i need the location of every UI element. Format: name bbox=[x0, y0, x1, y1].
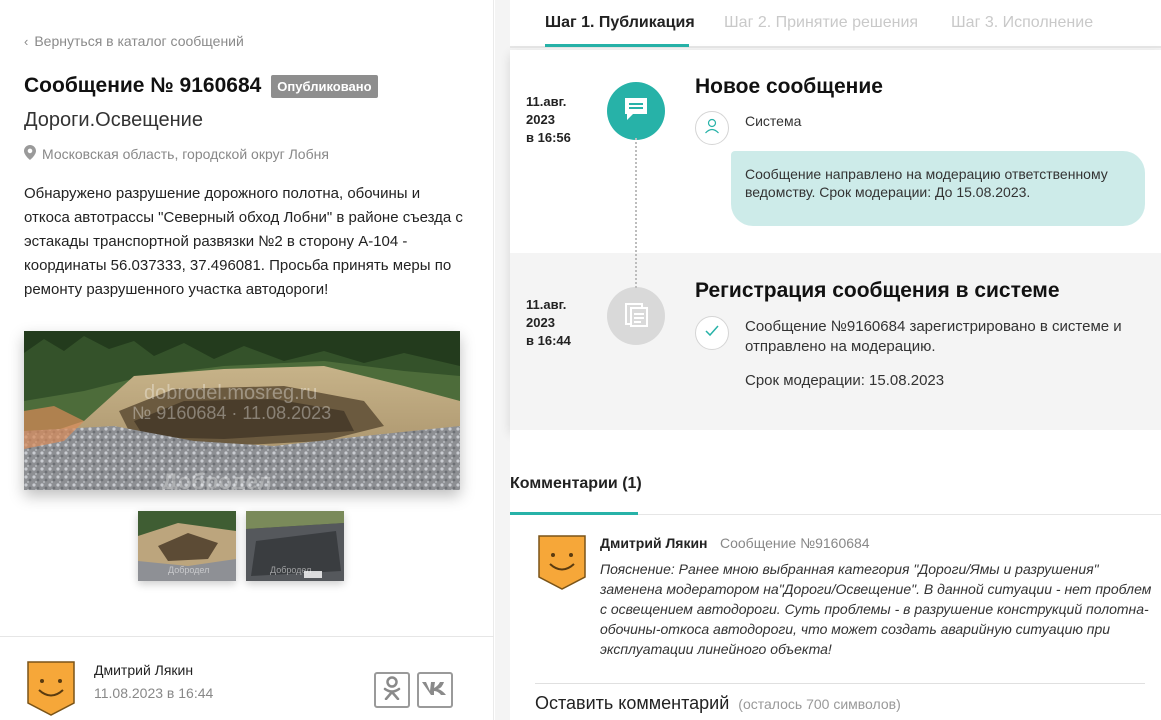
message-header: Сообщение № 9160684 Опубликовано bbox=[24, 74, 378, 98]
event-message-bubble: Сообщение направлено на модерацию ответс… bbox=[731, 151, 1145, 226]
event-date-time: в 16:56 bbox=[526, 130, 571, 145]
event-date-time: в 16:44 bbox=[526, 333, 571, 348]
comment-text: Пояснение: Ранее мною выбранная категори… bbox=[600, 561, 1152, 657]
chevron-left-icon: ‹ bbox=[24, 33, 29, 49]
vk-icon bbox=[421, 680, 449, 701]
event-text: Сообщение №9160684 зарегистрировано в си… bbox=[745, 318, 1122, 355]
comment-message-ref: Сообщение №9160684 bbox=[720, 535, 870, 551]
event-date: 11.авг. 2023 в 16:56 bbox=[526, 93, 586, 147]
timeline: 11.авг. 2023 в 16:56 Новое сообщение Сис… bbox=[510, 50, 1161, 430]
location-text: Московская область, городской округ Лобн… bbox=[42, 146, 329, 162]
comments-title[interactable]: Комментарии (1) bbox=[510, 475, 642, 493]
road-damage-photo: dobrodel.mosreg.ru № 9160684 · 11.08.202… bbox=[24, 331, 460, 490]
message-details-panel: ‹ Вернуться в каталог сообщений Сообщени… bbox=[0, 0, 494, 720]
event-date-year: 2023 bbox=[526, 315, 555, 330]
timeline-event-new-message: 11.авг. 2023 в 16:56 Новое сообщение Сис… bbox=[510, 50, 1161, 253]
chat-bubble-icon bbox=[622, 95, 650, 128]
thumbnail-watermark: Добродел bbox=[270, 565, 311, 575]
author-avatar bbox=[27, 661, 75, 716]
leave-comment-heading[interactable]: Оставить комментарий (осталось 700 симво… bbox=[535, 693, 901, 714]
divider bbox=[535, 683, 1145, 684]
photo-thumbnails: Добродел Добродел bbox=[138, 511, 344, 581]
photo-thumbnail-1[interactable]: Добродел bbox=[138, 511, 236, 581]
event-date-day: 11.авг. bbox=[526, 297, 567, 312]
message-history-panel: Шаг 1. Публикация Шаг 2. Принятие решени… bbox=[495, 0, 1161, 720]
divider bbox=[0, 636, 494, 637]
message-category: Дороги.Освещение bbox=[24, 109, 203, 131]
message-description: Обнаружено разрушение дорожного полотна,… bbox=[24, 185, 463, 298]
user-icon bbox=[703, 117, 721, 140]
tab-step-3[interactable]: Шаг 3. Исполнение bbox=[951, 14, 1093, 32]
event-date-day: 11.авг. bbox=[526, 94, 567, 109]
thumbnail-image-2: Добродел bbox=[246, 511, 344, 581]
event-title: Регистрация сообщения в системе bbox=[695, 279, 1060, 302]
checkmark-icon bbox=[704, 324, 720, 343]
author-date: 11.08.2023 в 16:44 bbox=[94, 685, 214, 701]
tab-step-2[interactable]: Шаг 2. Принятие решения bbox=[724, 14, 918, 32]
photo-watermark-number: № 9160684 · 11.08.2023 bbox=[132, 403, 331, 423]
message-location: Московская область, городской округ Лобн… bbox=[24, 145, 329, 163]
photo-watermark-site: dobrodel.mosreg.ru bbox=[144, 382, 317, 404]
timeline-event-registration: 11.авг. 2023 в 16:44 Регистрация сообщен… bbox=[510, 253, 1161, 430]
characters-left-hint: (осталось 700 символов) bbox=[738, 696, 901, 712]
active-tab-indicator bbox=[545, 44, 689, 47]
tab-step-1[interactable]: Шаг 1. Публикация bbox=[545, 14, 695, 32]
clipboard-icon bbox=[623, 300, 649, 333]
page-title: Сообщение № 9160684 bbox=[24, 74, 262, 97]
event-title: Новое сообщение bbox=[695, 75, 883, 98]
event-icon-circle bbox=[607, 287, 665, 345]
photo-thumbnail-2[interactable]: Добродел bbox=[246, 511, 344, 581]
thumbnail-image-1: Добродел bbox=[138, 511, 236, 581]
comment-author-avatar bbox=[538, 535, 586, 590]
comments-tab-indicator bbox=[510, 512, 638, 515]
timeline-connector bbox=[635, 138, 637, 288]
comment-author-name: Дмитрий Лякин bbox=[600, 535, 708, 551]
event-icon-circle bbox=[607, 82, 665, 140]
event-date: 11.авг. 2023 в 16:44 bbox=[526, 296, 586, 350]
share-vk-button[interactable] bbox=[417, 672, 453, 708]
map-pin-icon bbox=[24, 145, 36, 163]
steps-tabs: Шаг 1. Публикация Шаг 2. Принятие решени… bbox=[510, 0, 1161, 48]
share-odnoklassniki-button[interactable] bbox=[374, 672, 410, 708]
main-photo[interactable]: dobrodel.mosreg.ru № 9160684 · 11.08.202… bbox=[24, 331, 460, 490]
leave-comment-label: Оставить комментарий bbox=[535, 693, 730, 713]
back-to-catalog-link[interactable]: ‹ Вернуться в каталог сообщений bbox=[24, 33, 244, 49]
user-icon-circle bbox=[695, 111, 729, 145]
status-badge: Опубликовано bbox=[271, 74, 378, 98]
event-deadline: Срок модерации: 15.08.2023 bbox=[745, 372, 945, 389]
odnoklassniki-icon bbox=[382, 675, 402, 705]
back-link-label: Вернуться в каталог сообщений bbox=[34, 33, 244, 49]
event-source: Система bbox=[745, 113, 802, 129]
photo-watermark-brand: Добродел bbox=[162, 469, 272, 490]
thumbnail-watermark: Добродел bbox=[168, 565, 209, 575]
author-name: Дмитрий Лякин bbox=[94, 662, 194, 678]
event-date-year: 2023 bbox=[526, 112, 555, 127]
checkmark-icon-circle bbox=[695, 316, 729, 350]
comments-section: Комментарии (1) Дмитрий Лякин Сообщение … bbox=[510, 430, 1161, 720]
